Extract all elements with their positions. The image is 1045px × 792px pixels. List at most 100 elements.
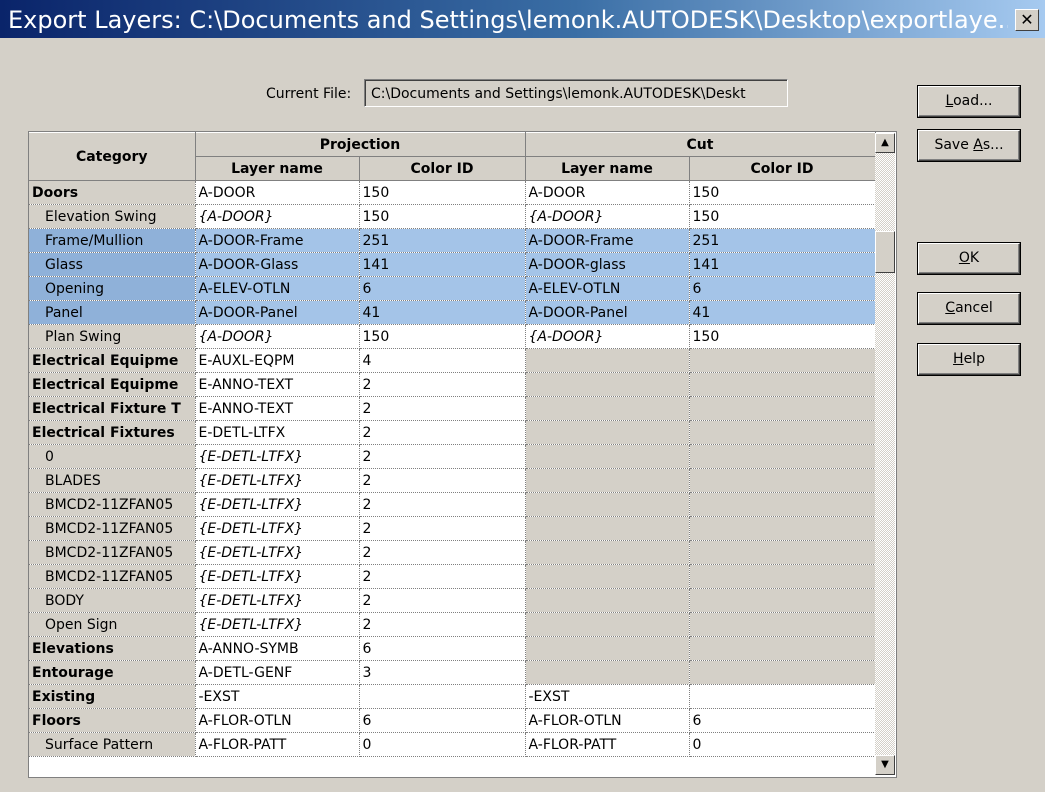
- table-row[interactable]: Panel A-DOOR-Panel 41 A-DOOR-Panel 41: [29, 300, 876, 325]
- cut-color-cell[interactable]: 6: [689, 276, 876, 301]
- projection-color-cell[interactable]: 6: [359, 636, 526, 661]
- table-row[interactable]: Entourage A-DETL-GENF 3: [29, 660, 876, 685]
- projection-color-cell[interactable]: 4: [359, 348, 526, 373]
- projection-layer-cell[interactable]: {E-DETL-LTFX}: [195, 564, 360, 589]
- cut-layer-cell[interactable]: A-DOOR-Panel: [525, 300, 690, 325]
- projection-color-cell[interactable]: 150: [359, 180, 526, 205]
- cut-layer-cell[interactable]: [525, 612, 690, 637]
- category-cell[interactable]: BODY: [29, 588, 196, 613]
- cut-color-cell[interactable]: [689, 612, 876, 637]
- layer-grid[interactable]: Category Projection Cut Layer name Color…: [28, 131, 897, 778]
- projection-layer-cell[interactable]: {E-DETL-LTFX}: [195, 540, 360, 565]
- cut-layer-cell[interactable]: [525, 348, 690, 373]
- projection-layer-cell[interactable]: E-DETL-LTFX: [195, 420, 360, 445]
- cut-layer-cell[interactable]: [525, 588, 690, 613]
- table-row[interactable]: Open Sign {E-DETL-LTFX} 2: [29, 612, 876, 637]
- cut-color-cell[interactable]: [689, 540, 876, 565]
- table-row[interactable]: Glass A-DOOR-Glass 141 A-DOOR-glass 141: [29, 252, 876, 277]
- category-cell[interactable]: 0: [29, 444, 196, 469]
- projection-color-cell[interactable]: 2: [359, 612, 526, 637]
- cut-layer-cell[interactable]: [525, 564, 690, 589]
- table-row[interactable]: BMCD2-11ZFAN05 {E-DETL-LTFX} 2: [29, 540, 876, 565]
- cut-color-cell[interactable]: [689, 468, 876, 493]
- projection-layer-cell[interactable]: -EXST: [195, 684, 360, 709]
- cut-color-cell[interactable]: 6: [689, 708, 876, 733]
- projection-color-cell[interactable]: 0: [359, 732, 526, 757]
- table-row[interactable]: Frame/Mullion A-DOOR-Frame 251 A-DOOR-Frame…: [29, 228, 876, 253]
- table-row[interactable]: Elevation Swing {A-DOOR} 150 {A-DOOR} 150: [29, 204, 876, 229]
- category-cell[interactable]: Plan Swing: [29, 324, 196, 349]
- projection-color-cell[interactable]: 2: [359, 444, 526, 469]
- projection-color-cell[interactable]: [359, 684, 526, 709]
- projection-color-cell[interactable]: 251: [359, 228, 526, 253]
- close-icon[interactable]: ✕: [1015, 9, 1039, 31]
- category-cell[interactable]: Electrical Fixtures: [29, 420, 196, 445]
- table-row[interactable]: Opening A-ELEV-OTLN 6 A-ELEV-OTLN 6: [29, 276, 876, 301]
- cut-color-cell[interactable]: 251: [689, 228, 876, 253]
- cut-color-cell[interactable]: [689, 444, 876, 469]
- cut-layer-cell[interactable]: [525, 516, 690, 541]
- table-row[interactable]: Electrical Equipme E-ANNO-TEXT 2: [29, 372, 876, 397]
- header-projection-color-id[interactable]: Color ID: [359, 156, 526, 181]
- projection-color-cell[interactable]: 2: [359, 420, 526, 445]
- cut-layer-cell[interactable]: [525, 540, 690, 565]
- projection-color-cell[interactable]: 2: [359, 540, 526, 565]
- projection-layer-cell[interactable]: {E-DETL-LTFX}: [195, 468, 360, 493]
- table-row[interactable]: 0 {E-DETL-LTFX} 2: [29, 444, 876, 469]
- cut-color-cell[interactable]: 141: [689, 252, 876, 277]
- category-cell[interactable]: BMCD2-11ZFAN05: [29, 540, 196, 565]
- projection-layer-cell[interactable]: {E-DETL-LTFX}: [195, 588, 360, 613]
- category-cell[interactable]: Elevations: [29, 636, 196, 661]
- projection-color-cell[interactable]: 141: [359, 252, 526, 277]
- category-cell[interactable]: Doors: [29, 180, 196, 205]
- save-as-button[interactable]: Save As...: [918, 130, 1020, 161]
- projection-layer-cell[interactable]: A-DOOR-Glass: [195, 252, 360, 277]
- cut-color-cell[interactable]: 150: [689, 204, 876, 229]
- projection-layer-cell[interactable]: A-ANNO-SYMB: [195, 636, 360, 661]
- projection-layer-cell[interactable]: {E-DETL-LTFX}: [195, 444, 360, 469]
- load-button[interactable]: Load...: [918, 86, 1020, 117]
- cut-color-cell[interactable]: 41: [689, 300, 876, 325]
- cut-layer-cell[interactable]: A-DOOR-glass: [525, 252, 690, 277]
- projection-layer-cell[interactable]: A-DETL-GENF: [195, 660, 360, 685]
- table-row[interactable]: Electrical Fixture T E-ANNO-TEXT 2: [29, 396, 876, 421]
- cancel-button[interactable]: Cancel: [918, 293, 1020, 324]
- category-cell[interactable]: BLADES: [29, 468, 196, 493]
- cut-color-cell[interactable]: [689, 492, 876, 517]
- cut-layer-cell[interactable]: [525, 492, 690, 517]
- cut-color-cell[interactable]: [689, 636, 876, 661]
- scroll-thumb[interactable]: [875, 231, 895, 273]
- header-projection-layer-name[interactable]: Layer name: [195, 156, 360, 181]
- table-row[interactable]: Elevations A-ANNO-SYMB 6: [29, 636, 876, 661]
- projection-color-cell[interactable]: 2: [359, 372, 526, 397]
- category-cell[interactable]: Surface Pattern: [29, 732, 196, 757]
- vertical-scrollbar[interactable]: ▲ ▼: [875, 133, 895, 775]
- cut-layer-cell[interactable]: [525, 636, 690, 661]
- table-row[interactable]: Floors A-FLOR-OTLN 6 A-FLOR-OTLN 6: [29, 708, 876, 733]
- projection-layer-cell[interactable]: E-ANNO-TEXT: [195, 372, 360, 397]
- projection-color-cell[interactable]: 150: [359, 204, 526, 229]
- table-row[interactable]: BLADES {E-DETL-LTFX} 2: [29, 468, 876, 493]
- header-cut-layer-name[interactable]: Layer name: [525, 156, 690, 181]
- table-row[interactable]: BMCD2-11ZFAN05 {E-DETL-LTFX} 2: [29, 564, 876, 589]
- category-cell[interactable]: BMCD2-11ZFAN05: [29, 516, 196, 541]
- category-cell[interactable]: Electrical Fixture T: [29, 396, 196, 421]
- header-category[interactable]: Category: [29, 132, 196, 181]
- cut-color-cell[interactable]: [689, 588, 876, 613]
- header-cut-color-id[interactable]: Color ID: [689, 156, 876, 181]
- category-cell[interactable]: Open Sign: [29, 612, 196, 637]
- cut-layer-cell[interactable]: A-ELEV-OTLN: [525, 276, 690, 301]
- table-row[interactable]: BMCD2-11ZFAN05 {E-DETL-LTFX} 2: [29, 492, 876, 517]
- table-row[interactable]: Electrical Equipme E-AUXL-EQPM 4: [29, 348, 876, 373]
- category-cell[interactable]: BMCD2-11ZFAN05: [29, 564, 196, 589]
- cut-color-cell[interactable]: [689, 516, 876, 541]
- cut-layer-cell[interactable]: {A-DOOR}: [525, 324, 690, 349]
- category-cell[interactable]: Panel: [29, 300, 196, 325]
- projection-layer-cell[interactable]: A-FLOR-PATT: [195, 732, 360, 757]
- projection-layer-cell[interactable]: E-ANNO-TEXT: [195, 396, 360, 421]
- cut-color-cell[interactable]: [689, 348, 876, 373]
- projection-layer-cell[interactable]: E-AUXL-EQPM: [195, 348, 360, 373]
- projection-color-cell[interactable]: 2: [359, 588, 526, 613]
- projection-color-cell[interactable]: 2: [359, 468, 526, 493]
- category-cell[interactable]: Opening: [29, 276, 196, 301]
